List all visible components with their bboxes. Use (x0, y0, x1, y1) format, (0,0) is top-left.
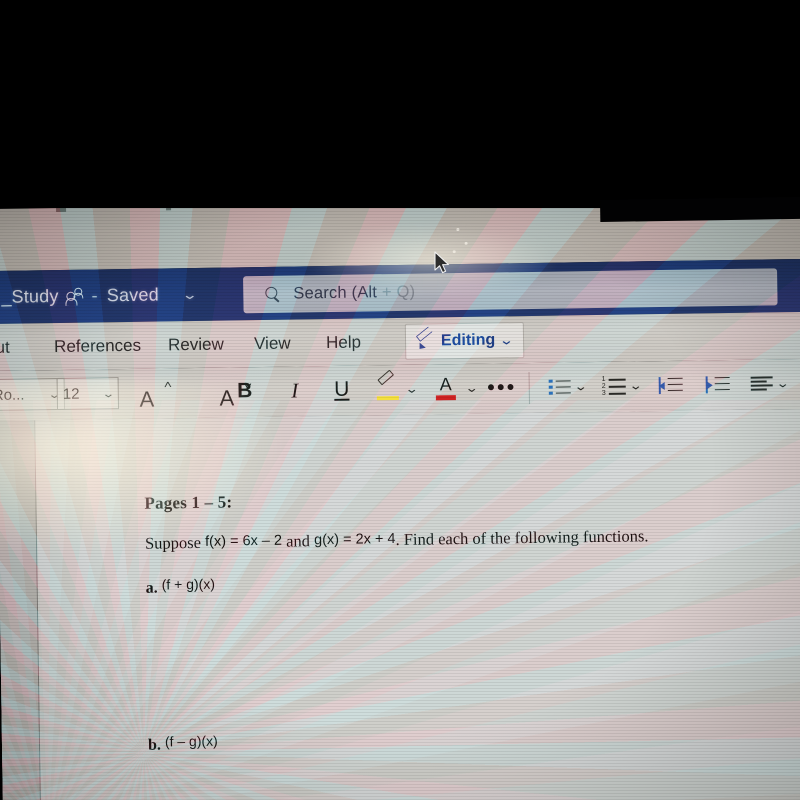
font-name-select[interactable]: Ro... ⌄ (0, 377, 66, 412)
people-share-icon (65, 287, 84, 306)
chevron-down-icon: ⌄ (573, 379, 588, 394)
item-label-b: b. (147, 736, 162, 754)
document-name[interactable]: _Study (1, 286, 59, 308)
increase-indent-button[interactable] (703, 366, 732, 402)
font-color-chevron-button[interactable]: ⌄ (464, 370, 479, 406)
screen-bezel-top-right (600, 196, 800, 222)
numbered-list-button[interactable]: 1 2 3 (600, 368, 627, 404)
toolbar-divider (528, 372, 530, 405)
search-icon (265, 286, 281, 302)
font-color-icon: A (435, 373, 457, 400)
list-item: b. (f – g)(x) (148, 733, 218, 755)
chevron-down-icon: ⌄ (101, 387, 115, 400)
more-options-button[interactable]: ••• (487, 369, 516, 405)
chevron-down-icon[interactable]: ⌄ (181, 286, 198, 302)
tab-layout[interactable]: out (0, 337, 10, 357)
bulleted-list-icon (548, 378, 571, 395)
list-item: a. (f + g)(x) (146, 576, 216, 598)
font-size-select[interactable]: 12 ⌄ (56, 377, 120, 411)
increase-indent-icon (705, 375, 730, 393)
save-state-label: Saved (106, 284, 159, 306)
chevron-down-icon: ⌄ (628, 378, 643, 393)
search-placeholder-dim: + Q) (381, 282, 416, 302)
tab-view[interactable]: View (254, 333, 291, 354)
grow-font-label: A (139, 386, 155, 412)
laptop-screen: _Study - Saved ⌄ Search (Alt + Q) out Re… (0, 196, 800, 800)
chevron-down-icon: ⌄ (464, 380, 479, 395)
function-g-expression: g(x) = 2x + 4 (313, 531, 396, 549)
numbered-list-digit: 3 (601, 389, 606, 397)
function-f-expression: f(x) = 6x – 2 (204, 532, 283, 550)
problem-prompt: Suppose f(x) = 6x – 2 and g(x) = 2x + 4.… (145, 525, 765, 554)
tab-help[interactable]: Help (326, 332, 361, 353)
document-page[interactable]: Pages 1 – 5: Suppose f(x) = 6x – 2 and g… (34, 408, 800, 800)
title-separator: - (91, 285, 98, 306)
font-name-value: Ro... (0, 386, 25, 404)
prompt-lead: Suppose (144, 532, 206, 553)
document-title-group[interactable]: _Study - Saved ⌄ (1, 284, 198, 308)
search-input[interactable]: Search (Alt + Q) (243, 268, 778, 314)
item-expression-a: (f + g)(x) (161, 575, 216, 593)
search-placeholder: Search (Alt + Q) (293, 283, 415, 304)
bulleted-list-button[interactable] (547, 368, 572, 404)
caret-up-icon: ˄ (163, 379, 172, 392)
bold-button[interactable]: B (233, 373, 258, 409)
editing-mode-button[interactable]: Editing ⌄ (404, 322, 525, 360)
italic-button[interactable]: I (283, 372, 308, 408)
search-placeholder-strong: Search (Alt (293, 283, 378, 303)
grow-font-button[interactable]: A ˄ (132, 379, 171, 417)
item-expression-b: (f – g)(x) (164, 732, 218, 750)
align-button[interactable] (748, 365, 775, 401)
screen-photo: _Study - Saved ⌄ Search (Alt + Q) out Re… (0, 0, 800, 800)
prompt-tail: . Find each of the following functions. (395, 526, 649, 550)
numbered-list-chevron-button[interactable]: ⌄ (628, 367, 643, 403)
chevron-down-icon: ⌄ (775, 376, 790, 391)
underline-button[interactable]: U (329, 372, 354, 408)
item-label-a: a. (145, 579, 158, 597)
chevron-down-icon: ⌄ (498, 332, 515, 348)
numbered-list-icon: 1 2 3 (601, 376, 626, 397)
mouse-arrow-cursor (434, 251, 452, 282)
highlighter-icon (376, 369, 399, 401)
font-color-letter: A (439, 373, 452, 394)
chevron-down-icon: ⌄ (404, 381, 419, 396)
pencil-icon (415, 326, 435, 352)
decrease-indent-icon (658, 376, 683, 394)
font-size-value: 12 (62, 385, 80, 403)
align-chevron-button[interactable]: ⌄ (775, 365, 790, 401)
align-icon (750, 375, 773, 391)
document-canvas[interactable]: Pages 1 – 5: Suppose f(x) = 6x – 2 and g… (0, 408, 800, 800)
tab-review[interactable]: Review (168, 334, 224, 355)
page-title: Pages 1 – 5: (144, 492, 233, 513)
editing-button-label: Editing (440, 331, 496, 350)
highlight-chevron-button[interactable]: ⌄ (404, 371, 419, 407)
tab-references[interactable]: References (54, 335, 141, 356)
bulleted-list-chevron-button[interactable]: ⌄ (573, 368, 588, 404)
highlight-button[interactable] (374, 369, 401, 407)
decrease-indent-button[interactable] (656, 367, 685, 403)
screen-bezel-top (0, 0, 800, 208)
font-color-button[interactable]: A (432, 370, 459, 406)
prompt-conjunction: and (281, 531, 315, 551)
